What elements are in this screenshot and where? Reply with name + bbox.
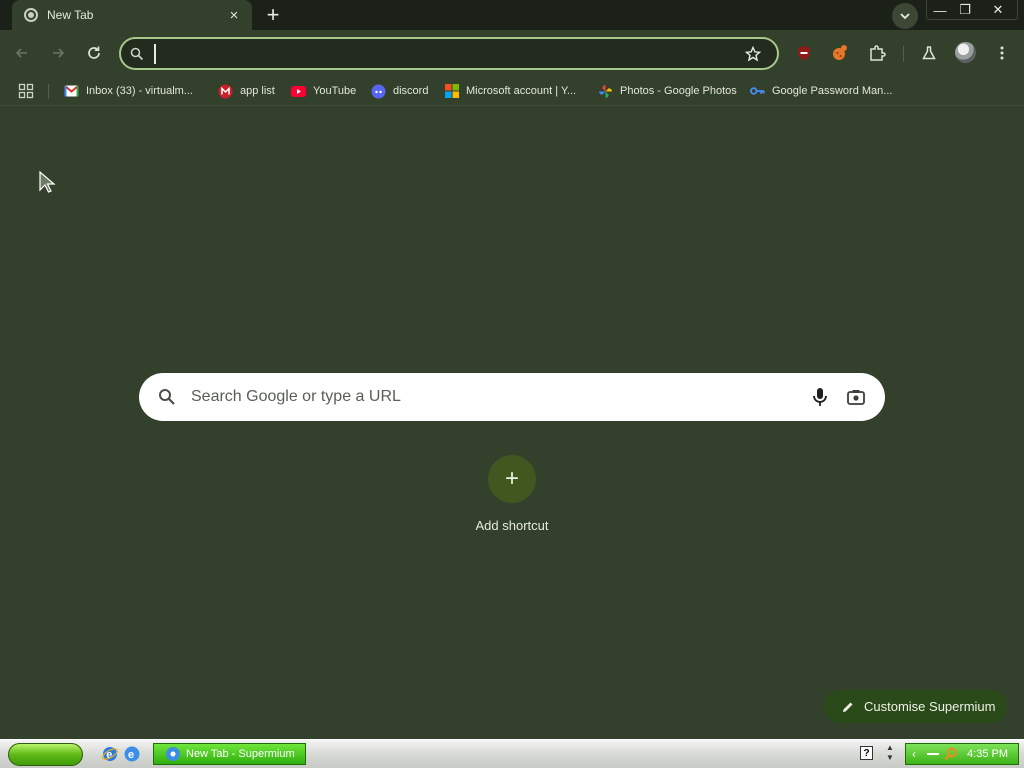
customise-button[interactable]: Customise Supermium (824, 690, 1007, 723)
bookmark-inbox[interactable]: Inbox (33) - virtualm... (64, 81, 193, 101)
bookmarks-bar: Inbox (33) - virtualm... app list YouTub… (0, 76, 1024, 106)
tab-new-tab[interactable]: New Tab × (12, 0, 252, 30)
forward-button[interactable] (44, 39, 72, 67)
browser-quicklaunch-icon[interactable]: e (123, 745, 141, 763)
svg-text:e: e (128, 749, 134, 761)
tab-close-icon[interactable]: × (224, 5, 244, 25)
internet-explorer-icon[interactable]: e (101, 745, 119, 763)
add-shortcut-button[interactable]: + Add shortcut (464, 455, 560, 539)
bookmark-microsoft-account[interactable]: Microsoft account | Y... (444, 81, 576, 101)
m-icon (218, 84, 233, 99)
tab-search-button[interactable] (892, 3, 918, 29)
youtube-icon (291, 84, 306, 99)
add-shortcut-label: Add shortcut (475, 518, 549, 533)
supermium-icon (166, 747, 180, 761)
browser-window: New Tab × + — ❐ ✕ Inbox (33) - virtualm.… (0, 0, 1024, 768)
bookmark-label: app list (240, 85, 275, 97)
taskbar: e e New Tab - Supermium ? ▲ ▼ ‹ 4:35 PM (0, 739, 1024, 768)
search-icon (130, 47, 144, 60)
labs-button[interactable] (917, 41, 941, 65)
new-tab-button[interactable]: + (260, 2, 286, 27)
bookmark-label: discord (393, 85, 429, 97)
gmail-icon (64, 84, 79, 99)
maximize-button[interactable]: ❐ (953, 1, 977, 19)
address-bar[interactable] (119, 37, 779, 70)
google-search-box[interactable]: Search Google or type a URL (139, 373, 885, 421)
bookmark-youtube[interactable]: YouTube (291, 81, 356, 101)
chrome-favicon-icon (24, 8, 38, 22)
taskbar-item-label: New Tab - Supermium (186, 748, 295, 760)
bookmark-label: Photos - Google Photos (620, 85, 737, 97)
key-icon (750, 84, 765, 99)
minimize-button[interactable]: — (928, 1, 952, 19)
taskbar-item-new-tab[interactable]: New Tab - Supermium (153, 743, 306, 765)
search-tray-icon[interactable] (944, 747, 958, 761)
reload-button[interactable] (80, 39, 108, 67)
close-window-button[interactable]: ✕ (985, 1, 1011, 19)
back-button[interactable] (8, 39, 36, 67)
extensions-button[interactable] (865, 41, 889, 65)
mouse-cursor-icon (39, 170, 56, 193)
system-tray: ‹ 4:35 PM (905, 743, 1019, 765)
star-icon (745, 45, 761, 61)
reload-icon (88, 46, 100, 59)
search-icon (159, 389, 175, 405)
bookmark-star-button[interactable] (739, 40, 767, 68)
bookmark-google-photos[interactable]: Photos - Google Photos (598, 81, 737, 101)
puzzle-icon (870, 45, 886, 61)
more-vertical-icon (1000, 46, 1004, 60)
microsoft-icon (444, 84, 459, 99)
bookmark-password-manager[interactable]: Google Password Man... (750, 81, 892, 101)
apps-grid-icon[interactable] (18, 83, 34, 99)
chevron-down-icon (900, 13, 910, 20)
start-button[interactable] (8, 743, 83, 766)
help-icon[interactable]: ? (860, 746, 873, 760)
bookmark-discord[interactable]: discord (371, 81, 428, 101)
camera-lens-icon[interactable] (846, 387, 866, 407)
toolbar-separator (903, 46, 904, 62)
search-placeholder[interactable]: Search Google or type a URL (191, 388, 810, 406)
bookmark-label: Google Password Man... (772, 85, 893, 97)
arrow-left-icon (15, 48, 27, 58)
cookie-extension-button[interactable] (828, 41, 852, 65)
tab-strip: New Tab × + — ❐ ✕ (0, 0, 1024, 30)
profile-avatar[interactable] (955, 42, 976, 63)
tray-scroll-icon[interactable]: ▲ ▼ (884, 743, 896, 765)
bookmark-app-list[interactable]: app list (218, 81, 275, 101)
arrow-right-icon (53, 48, 65, 58)
discord-icon (371, 84, 386, 99)
toolbar (0, 30, 1024, 76)
customise-label: Customise Supermium (864, 699, 996, 714)
microphone-icon[interactable] (810, 386, 830, 408)
photos-icon (598, 84, 613, 99)
block-shield-icon (798, 46, 810, 60)
flask-icon (922, 46, 936, 60)
address-input[interactable] (154, 43, 739, 64)
bookmarks-separator (48, 84, 49, 99)
ublock-extension-button[interactable] (792, 41, 816, 65)
plus-icon[interactable]: + (488, 455, 536, 503)
clock: 4:35 PM (967, 748, 1008, 760)
tray-expand-icon[interactable]: ‹ (912, 747, 922, 761)
cookie-icon (833, 45, 847, 60)
bookmark-label: Inbox (33) - virtualm... (86, 85, 193, 97)
menu-button[interactable] (990, 41, 1014, 65)
network-icon[interactable] (926, 747, 940, 761)
tab-title: New Tab (47, 8, 94, 22)
bookmark-label: Microsoft account | Y... (466, 85, 577, 97)
pencil-icon (843, 702, 853, 712)
bookmark-label: YouTube (313, 85, 357, 97)
